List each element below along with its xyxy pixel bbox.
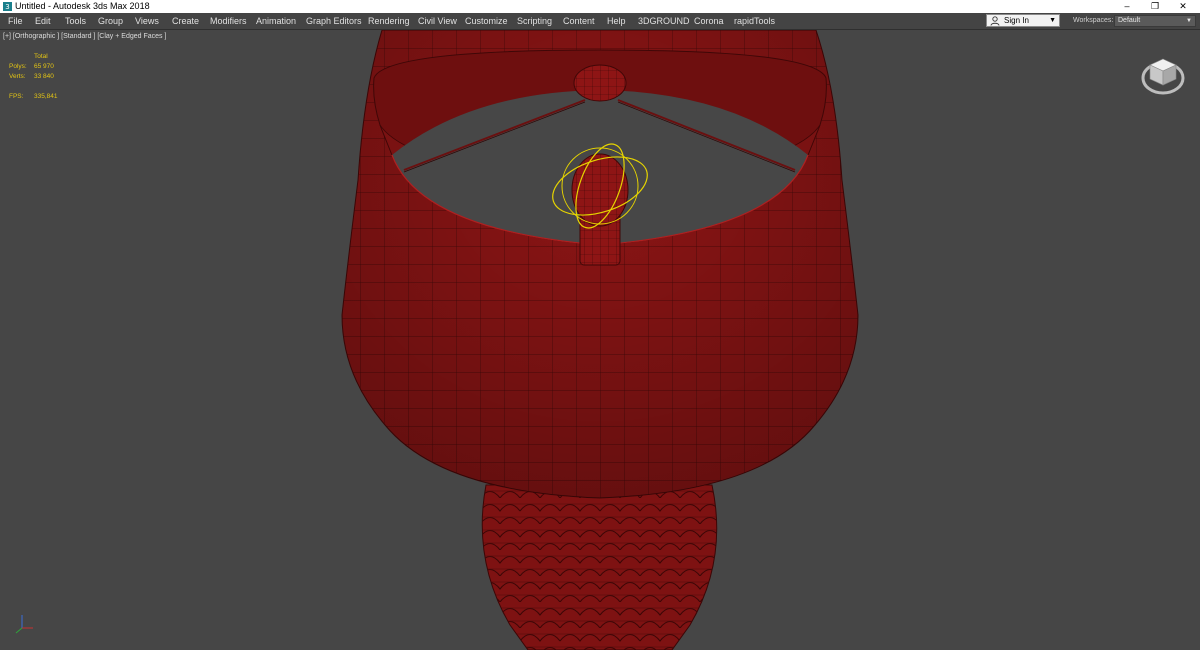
window-title: Untitled - Autodesk 3ds Max 2018 <box>15 1 150 11</box>
polys-value: 65 970 <box>34 63 54 70</box>
menu-content[interactable]: Content <box>563 13 595 29</box>
chevron-down-icon: ▼ <box>1049 17 1056 24</box>
title-bar: 3 Untitled - Autodesk 3ds Max 2018 – ❐ ✕ <box>0 0 1200 13</box>
menu-graph-editors[interactable]: Graph Editors <box>306 13 362 29</box>
fps-value: 335,841 <box>34 93 58 100</box>
menu-edit[interactable]: Edit <box>35 13 51 29</box>
svg-text:3: 3 <box>5 3 9 11</box>
viewcube-icon[interactable] <box>1140 51 1186 97</box>
workspaces-value: Default <box>1118 17 1141 24</box>
close-button[interactable]: ✕ <box>1170 0 1196 13</box>
fps-label: FPS: <box>9 93 24 100</box>
menu-views[interactable]: Views <box>135 13 159 29</box>
verts-value: 33 840 <box>34 73 54 80</box>
polys-label: Polys: <box>9 63 27 70</box>
menu-rapidtools[interactable]: rapidTools <box>734 13 775 29</box>
viewport[interactable]: [+] [Orthographic ] [Standard ] [Clay + … <box>0 30 1200 650</box>
workspaces-label: Workspaces: <box>1073 17 1114 24</box>
sign-in-label: Sign In <box>1004 16 1029 25</box>
menu-civil-view[interactable]: Civil View <box>418 13 457 29</box>
restore-button[interactable]: ❐ <box>1142 0 1168 13</box>
sign-in-dropdown[interactable]: Sign In ▼ <box>986 14 1060 27</box>
minimize-button[interactable]: – <box>1114 0 1140 13</box>
user-icon <box>990 16 1000 26</box>
app-icon: 3 <box>3 2 12 11</box>
menu-group[interactable]: Group <box>98 13 123 29</box>
menu-tools[interactable]: Tools <box>65 13 86 29</box>
menu-3dground[interactable]: 3DGROUND <box>638 13 690 29</box>
viewport-label[interactable]: [+] [Orthographic ] [Standard ] [Clay + … <box>3 32 166 42</box>
menu-corona[interactable]: Corona <box>694 13 724 29</box>
stats-header: Total <box>34 53 48 60</box>
menu-animation[interactable]: Animation <box>256 13 296 29</box>
lamp-model[interactable] <box>0 30 1200 650</box>
menu-customize[interactable]: Customize <box>465 13 508 29</box>
axis-tripod-icon <box>15 615 33 634</box>
menu-modifiers[interactable]: Modifiers <box>210 13 247 29</box>
verts-label: Verts: <box>9 73 26 80</box>
chevron-down-icon: ▼ <box>1186 18 1192 24</box>
menu-create[interactable]: Create <box>172 13 199 29</box>
workspaces-select[interactable]: Default ▼ <box>1114 15 1196 27</box>
menu-scripting[interactable]: Scripting <box>517 13 552 29</box>
menu-file[interactable]: File <box>8 13 23 29</box>
menu-rendering[interactable]: Rendering <box>368 13 410 29</box>
menu-help[interactable]: Help <box>607 13 626 29</box>
